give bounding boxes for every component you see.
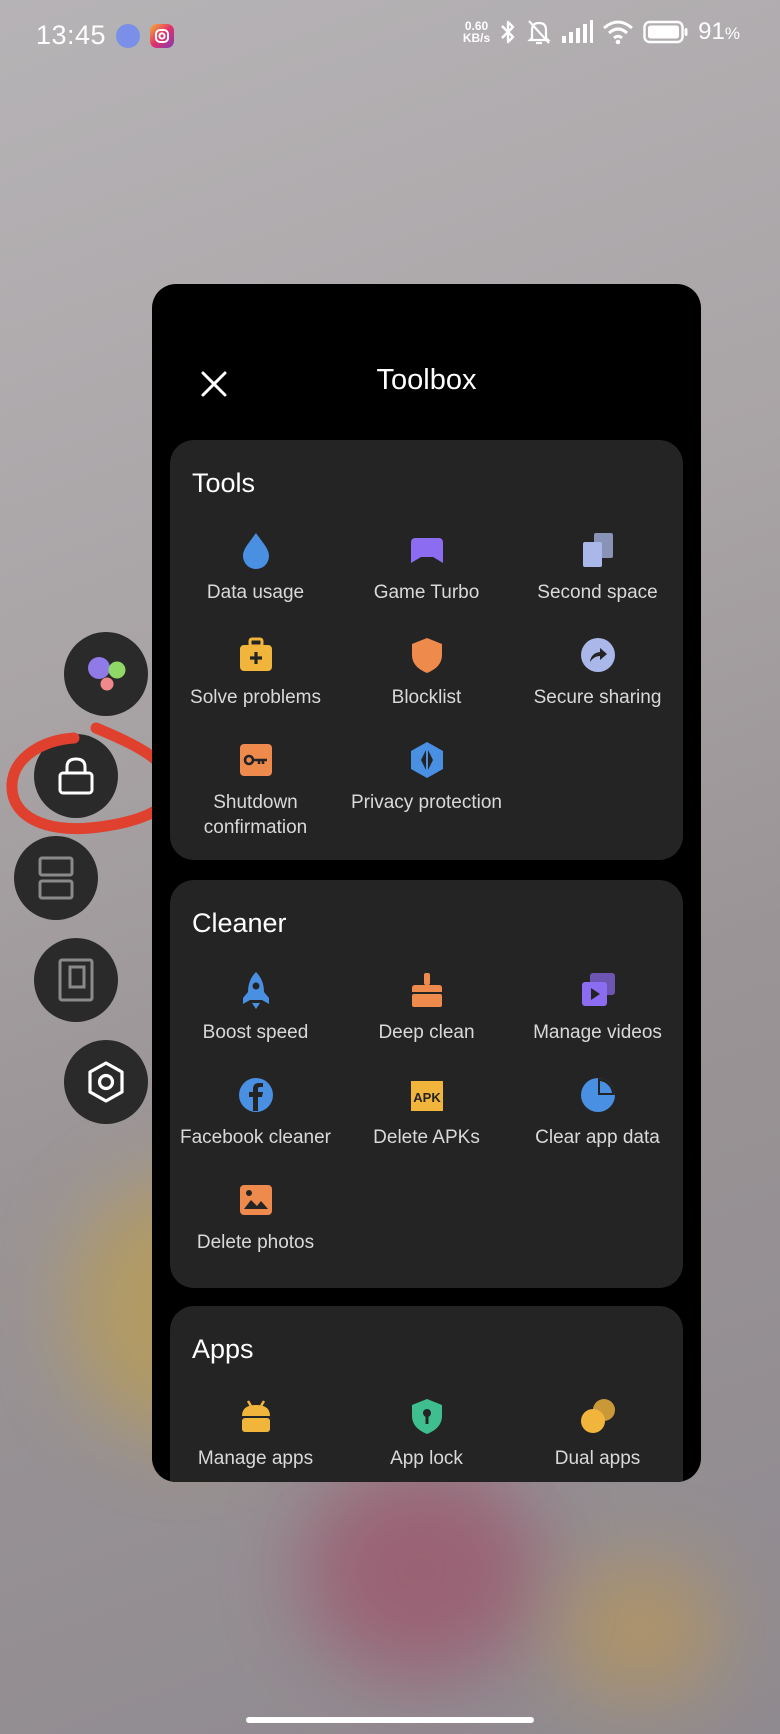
lock-icon bbox=[58, 757, 94, 795]
settings-icon bbox=[88, 1061, 124, 1103]
tool-data-usage[interactable]: Data usage bbox=[170, 530, 341, 605]
section-title: Cleaner bbox=[192, 908, 287, 938]
tool-delete-photos[interactable]: Delete photos bbox=[170, 1180, 341, 1255]
second-space-icon bbox=[582, 533, 613, 567]
tool-delete-apks[interactable]: APK Delete APKs bbox=[341, 1075, 512, 1150]
shield-icon bbox=[411, 638, 442, 673]
photo-icon bbox=[239, 1185, 272, 1215]
instagram-icon bbox=[150, 24, 174, 48]
gamepad-icon bbox=[410, 538, 443, 563]
facebook-icon bbox=[238, 1078, 273, 1112]
notification-app-icon bbox=[116, 24, 140, 48]
video-icon bbox=[581, 973, 615, 1006]
section-title: Apps bbox=[192, 1334, 254, 1364]
bell-muted-icon bbox=[527, 20, 551, 45]
dual-circles-icon bbox=[580, 1399, 615, 1433]
apps-icon bbox=[88, 657, 126, 691]
first-aid-kit-icon bbox=[239, 637, 272, 671]
shield-lock-icon bbox=[411, 1399, 442, 1434]
split-screen-icon bbox=[38, 856, 74, 900]
tool-manage-videos[interactable]: Manage videos bbox=[512, 970, 683, 1045]
tool-second-space[interactable]: Second space bbox=[512, 530, 683, 605]
tool-shutdown-confirmation[interactable]: Shutdown confirmation bbox=[170, 740, 341, 840]
side-settings-button[interactable] bbox=[64, 1040, 148, 1124]
network-speed: 0.60 KB/s bbox=[462, 19, 491, 45]
section-apps: Apps Manage apps App lock Dual apps bbox=[170, 1306, 683, 1482]
signal-icon bbox=[562, 20, 594, 43]
side-split-screen-button[interactable] bbox=[14, 836, 98, 920]
tool-solve-problems[interactable]: Solve problems bbox=[170, 635, 341, 710]
side-lock-button[interactable] bbox=[34, 734, 118, 818]
section-cleaner: Cleaner Boost speed Deep clean Manage vi… bbox=[170, 880, 683, 1288]
svg-text:APK: APK bbox=[413, 1090, 441, 1105]
privacy-icon bbox=[410, 742, 443, 778]
tool-dual-apps[interactable]: Dual apps bbox=[512, 1396, 683, 1471]
rocket-icon bbox=[242, 972, 269, 1009]
tool-manage-apps[interactable]: Manage apps bbox=[170, 1396, 341, 1471]
side-apps-button[interactable] bbox=[64, 632, 148, 716]
status-bar: 13:45 0.60 KB/s 91% bbox=[0, 0, 780, 70]
broom-icon bbox=[411, 973, 442, 1007]
share-arrow-icon bbox=[580, 638, 615, 672]
tool-facebook-cleaner[interactable]: Facebook cleaner bbox=[170, 1075, 341, 1150]
section-tools: Tools Data usage Game Turbo Second space… bbox=[170, 440, 683, 860]
tool-secure-sharing[interactable]: Secure sharing bbox=[512, 635, 683, 710]
pie-chart-icon bbox=[580, 1078, 615, 1112]
toolbox-header: Toolbox bbox=[152, 284, 701, 440]
tool-deep-clean[interactable]: Deep clean bbox=[341, 970, 512, 1045]
tool-app-lock[interactable]: App lock bbox=[341, 1396, 512, 1471]
floating-window-icon bbox=[58, 958, 94, 1002]
toolbox-panel: Toolbox Tools Data usage Game Turbo Seco… bbox=[152, 284, 701, 1482]
tool-boost-speed[interactable]: Boost speed bbox=[170, 970, 341, 1045]
section-title: Tools bbox=[192, 468, 256, 498]
bluetooth-icon bbox=[501, 20, 515, 44]
tool-privacy-protection[interactable]: Privacy protection bbox=[341, 740, 512, 815]
tool-clear-app-data[interactable]: Clear app data bbox=[512, 1075, 683, 1150]
battery-icon bbox=[643, 20, 688, 44]
battery-percentage: 91% bbox=[698, 18, 740, 45]
android-icon bbox=[241, 1400, 270, 1432]
background-blur bbox=[560, 1560, 720, 1700]
key-icon bbox=[239, 744, 272, 776]
apk-icon: APK bbox=[410, 1081, 443, 1111]
tool-game-turbo[interactable]: Game Turbo bbox=[341, 530, 512, 605]
wifi-icon bbox=[603, 20, 634, 45]
water-drop-icon bbox=[242, 533, 269, 569]
home-indicator[interactable] bbox=[246, 1717, 534, 1723]
side-floating-window-button[interactable] bbox=[34, 938, 118, 1022]
status-time: 13:45 bbox=[36, 20, 107, 50]
background-blur bbox=[300, 1460, 540, 1680]
tool-blocklist[interactable]: Blocklist bbox=[341, 635, 512, 710]
status-icons: 0.60 KB/s 91% bbox=[463, 18, 740, 46]
page-title: Toolbox bbox=[376, 364, 477, 396]
